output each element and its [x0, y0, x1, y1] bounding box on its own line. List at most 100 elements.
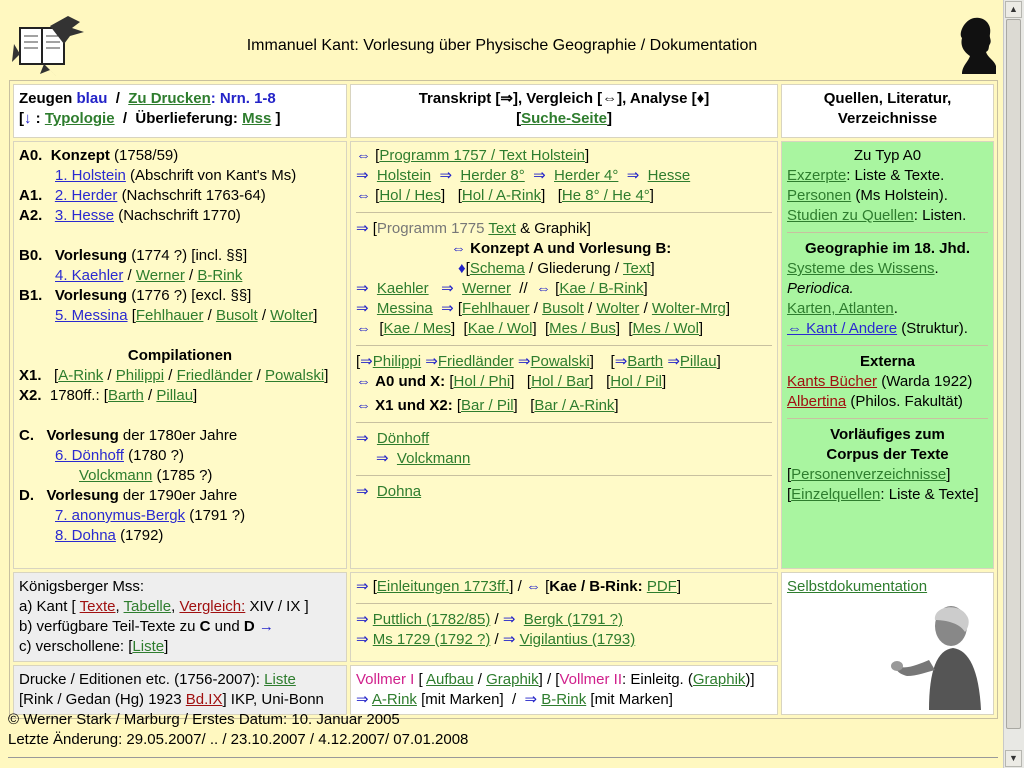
- kae-brink-link[interactable]: Kae / B-Rink: [559, 280, 643, 297]
- personen-link[interactable]: Personen: [787, 187, 851, 204]
- busolt-link[interactable]: Busolt: [216, 307, 258, 324]
- vertical-scrollbar[interactable]: ▲ ▼: [1003, 0, 1024, 768]
- werner-transcript-link[interactable]: Werner: [462, 280, 511, 297]
- brink-marken-link[interactable]: B-Rink: [541, 691, 586, 708]
- anonymus-bergk-link[interactable]: 7. anonymus-Bergk: [55, 507, 185, 524]
- vigilantius-link[interactable]: Vigilantius (1793): [520, 631, 636, 648]
- bdix-link[interactable]: Bd.IX: [186, 691, 223, 708]
- fehlhauer-link[interactable]: Fehlhauer: [136, 307, 204, 324]
- hol-bar-link[interactable]: Hol / Bar: [531, 373, 589, 390]
- kant-andere-link[interactable]: ⇔ Kant / Andere: [787, 320, 897, 337]
- busolt-transcript-link[interactable]: Busolt: [542, 300, 584, 317]
- bergk-link[interactable]: Bergk (1791 ?): [524, 611, 623, 628]
- wolter-link[interactable]: Wolter: [270, 307, 313, 324]
- mes-bus-link[interactable]: Mes / Bus: [549, 320, 616, 337]
- brink-link[interactable]: B-Rink: [197, 267, 242, 284]
- wolter-transcript-link[interactable]: Wolter: [596, 300, 639, 317]
- texte-link[interactable]: Texte: [80, 598, 116, 615]
- pdf-link[interactable]: PDF: [647, 578, 677, 595]
- studien-link[interactable]: Studien zu Quellen: [787, 207, 914, 224]
- und-label: und: [214, 618, 240, 635]
- dohna-transcript-link[interactable]: Dohna: [377, 483, 421, 500]
- kaehler-transcript-link[interactable]: Kaehler: [377, 280, 429, 297]
- einzel-rest: : Liste & Texte]: [880, 486, 979, 503]
- programm-1757-link[interactable]: Programm 1757 / Text Holstein: [379, 147, 585, 164]
- hol-hes-link[interactable]: Hol / Hes: [379, 187, 441, 204]
- scroll-up-icon[interactable]: ▲: [1005, 1, 1022, 18]
- bar-arink-link[interactable]: Bar / A-Rink: [534, 397, 614, 414]
- friedlaender-transcript-link[interactable]: Friedländer: [438, 353, 514, 370]
- barth-link[interactable]: Barth: [108, 387, 144, 404]
- hesse-link[interactable]: 3. Hesse: [55, 207, 114, 224]
- herder-4-link[interactable]: Herder 4°: [554, 167, 618, 184]
- scroll-down-icon[interactable]: ▼: [1005, 750, 1022, 767]
- albertina-link[interactable]: Albertina: [787, 393, 846, 410]
- barth-transcript-link[interactable]: Barth: [627, 353, 663, 370]
- scrollbar-thumb[interactable]: [1006, 19, 1021, 729]
- schema-link[interactable]: Schema: [470, 260, 525, 277]
- friedlaender-link[interactable]: Friedländer: [177, 367, 253, 384]
- zu-drucken-link[interactable]: Zu Drucken: [128, 90, 211, 107]
- einleitg-label: : Einleitg. (: [622, 671, 693, 688]
- puttlich-link[interactable]: Puttlich (1782/85): [373, 611, 491, 628]
- messina-transcript-link[interactable]: Messina: [377, 300, 433, 317]
- einzelquellen-link[interactable]: Einzelquellen: [791, 486, 880, 503]
- einleitungen-link[interactable]: Einleitungen 1773ff.: [377, 578, 509, 595]
- kae-mes-link[interactable]: Kae / Mes: [384, 320, 452, 337]
- graphik-link[interactable]: Graphik: [486, 671, 539, 688]
- pillau-transcript-link[interactable]: Pillau: [680, 353, 717, 370]
- ms1729-link[interactable]: Ms 1729 (1792 ?): [373, 631, 491, 648]
- doenhoff-transcript-link[interactable]: Dönhoff: [377, 430, 429, 447]
- volckmann-link[interactable]: Volckmann: [79, 467, 152, 484]
- graphik2-link[interactable]: Graphik: [693, 671, 746, 688]
- systeme-link[interactable]: Systeme des Wissens: [787, 260, 935, 277]
- holstein-transcript-link[interactable]: Holstein: [377, 167, 431, 184]
- mss-link[interactable]: Mss: [242, 110, 271, 127]
- transcript-arrow-icon: ⇒: [614, 353, 628, 370]
- he8-he4-link[interactable]: He 8° / He 4°: [562, 187, 650, 204]
- vergleich-link[interactable]: Vergleich:: [179, 598, 245, 615]
- arink-marken-link[interactable]: A-Rink: [372, 691, 417, 708]
- hol-arink-link[interactable]: Hol / A-Rink: [462, 187, 541, 204]
- a0-year: (1758/59): [114, 147, 179, 164]
- typologie-link[interactable]: Typologie: [45, 110, 115, 127]
- personenverzeichnisse-link[interactable]: Personenverzeichnisse: [791, 466, 946, 483]
- fehlhauer-transcript-link[interactable]: Fehlhauer: [462, 300, 530, 317]
- bar-pil-link[interactable]: Bar / Pil: [461, 397, 514, 414]
- hol-pil-link[interactable]: Hol / Pil: [610, 373, 662, 390]
- drucke-liste-link[interactable]: Liste: [264, 671, 296, 688]
- selbstdokumentation-link[interactable]: Selbstdokumentation: [787, 578, 927, 595]
- verschollene-liste-link[interactable]: Liste: [132, 638, 164, 655]
- pillau-link[interactable]: Pillau: [156, 387, 193, 404]
- philippi-link[interactable]: Philippi: [116, 367, 164, 384]
- kaehler-link[interactable]: 4. Kaehler: [55, 267, 123, 284]
- werner-link[interactable]: Werner: [136, 267, 185, 284]
- aufbau-link[interactable]: Aufbau: [426, 671, 474, 688]
- herder-8-link[interactable]: Herder 8°: [460, 167, 524, 184]
- tabelle-link[interactable]: Tabelle: [124, 598, 172, 615]
- herder-link[interactable]: 2. Herder: [55, 187, 118, 204]
- gliederung-text-link[interactable]: Text: [623, 260, 651, 277]
- holstein-link[interactable]: 1. Holstein: [55, 167, 126, 184]
- kants-buecher-link[interactable]: Kants Bücher: [787, 373, 877, 390]
- volckmann-transcript-link[interactable]: Volckmann: [397, 450, 470, 467]
- kae-wol-link[interactable]: Kae / Wol: [468, 320, 533, 337]
- transcript-arrow-icon: ⇒: [439, 167, 453, 184]
- powalski-link[interactable]: Powalski: [265, 367, 324, 384]
- programm-1775-text-link[interactable]: Text: [488, 220, 516, 237]
- exzerpte-link[interactable]: Exzerpte: [787, 167, 846, 184]
- wolter-mrg-link[interactable]: Wolter-Mrg: [652, 300, 726, 317]
- hesse-transcript-link[interactable]: Hesse: [648, 167, 691, 184]
- arink-link[interactable]: A-Rink: [58, 367, 103, 384]
- karten-link[interactable]: Karten, Atlanten: [787, 300, 894, 317]
- right-arrow-icon[interactable]: →: [259, 618, 274, 635]
- hol-phi-link[interactable]: Hol / Phi: [454, 373, 511, 390]
- doenhoff-link[interactable]: 6. Dönhoff: [55, 447, 124, 464]
- transcript-arrow-icon: ⇒: [502, 611, 516, 628]
- messina-link[interactable]: 5. Messina: [55, 307, 128, 324]
- dohna-link[interactable]: 8. Dohna: [55, 527, 116, 544]
- powalski-transcript-link[interactable]: Powalski: [531, 353, 590, 370]
- mes-wol-link[interactable]: Mes / Wol: [633, 320, 699, 337]
- suche-seite-link[interactable]: Suche-Seite: [521, 110, 607, 127]
- philippi-transcript-link[interactable]: Philippi: [373, 353, 421, 370]
